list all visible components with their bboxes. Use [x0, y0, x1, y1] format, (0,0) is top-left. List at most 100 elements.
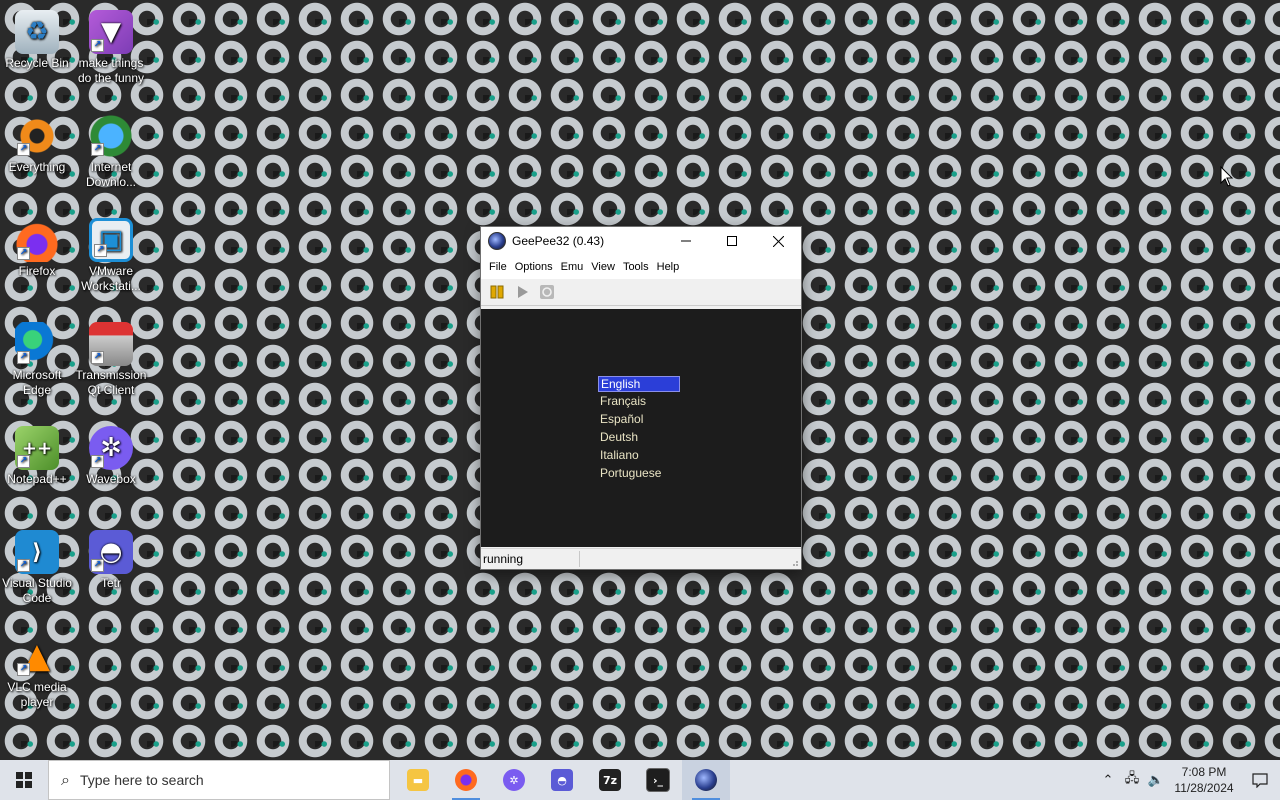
taskbar-search-box[interactable]: ⌕ Type here to search [48, 760, 390, 800]
menu-options[interactable]: Options [511, 261, 557, 273]
play-icon [518, 286, 528, 298]
geepee32-window[interactable]: GeePee32 (0.43) File Options Emu View To… [480, 226, 802, 570]
volume-muted-icon[interactable]: 🔈 [1144, 773, 1168, 788]
close-icon [772, 235, 784, 247]
shortcut-arrow-icon: ↗ [17, 143, 30, 156]
vmware-icon: ▣ ↗ [89, 218, 133, 262]
desktop-icon-transmission[interactable]: ↗ Transmission Qt Client [75, 322, 147, 398]
notification-center-button[interactable] [1240, 772, 1280, 788]
desktop-icon-label: Firefox [18, 264, 56, 278]
clock-time: 7:08 PM [1181, 765, 1227, 779]
desktop-icon-label: Wavebox [86, 472, 136, 486]
desktop-icon-everything[interactable]: ↗ Everything [1, 114, 73, 175]
status-bar: running [481, 548, 801, 569]
language-option-francais[interactable]: Français [598, 394, 648, 408]
language-option-portuguese[interactable]: Portuguese [598, 466, 663, 480]
geepee32-icon [695, 769, 717, 791]
system-tray: ⌃ 🖧 🔈 7:08 PM 11/28/2024 [1096, 760, 1280, 800]
wavebox-icon: ✲ [503, 769, 525, 791]
menu-help[interactable]: Help [653, 261, 684, 273]
taskbar-geepee32[interactable] [682, 760, 730, 800]
title-bar[interactable]: GeePee32 (0.43) [481, 227, 801, 255]
desktop-icon-internet-download[interactable]: ↗ Internet Downlo... [75, 114, 147, 190]
emulator-screen[interactable]: English Français Español Deutsh Italiano… [481, 309, 801, 547]
maximize-button[interactable] [709, 227, 755, 255]
reset-button[interactable] [537, 282, 557, 302]
desktop-icon-label: Recycle Bin [5, 56, 69, 70]
language-option-espanol[interactable]: Español [598, 412, 645, 426]
search-placeholder: Type here to search [79, 772, 204, 788]
minimize-icon [681, 240, 691, 242]
desktop-icon-edge[interactable]: ↗ Microsoft Edge [1, 322, 73, 398]
everything-search-icon: ↗ [15, 114, 59, 158]
file-explorer-icon: ▬ [407, 769, 429, 791]
network-icon[interactable]: 🖧 [1120, 769, 1144, 791]
language-option-english[interactable]: English [598, 376, 680, 392]
close-button[interactable] [755, 227, 801, 255]
shortcut-arrow-icon: ↗ [91, 351, 104, 364]
taskbar-file-explorer[interactable]: ▬ [394, 760, 442, 800]
desktop-icon-label: Tetr [100, 576, 121, 590]
play-button[interactable] [512, 282, 532, 302]
desktop-icon-vscode[interactable]: ⟩ ↗ Visual Studio Code [1, 530, 73, 606]
desktop-icon-tetr[interactable]: ◓ ↗ Tetr [75, 530, 147, 591]
desktop-icon-recycle-bin[interactable]: ♻ Recycle Bin [1, 10, 73, 71]
desktop-icon-notepadpp[interactable]: ++ ↗ Notepad++ [1, 426, 73, 487]
firefox-icon: ↗ [15, 218, 59, 262]
desktop-icon-wavebox[interactable]: ✲ ↗ Wavebox [75, 426, 147, 487]
clock-date: 11/28/2024 [1174, 781, 1234, 795]
notepad-plus-plus-icon: ++ ↗ [15, 426, 59, 470]
internet-download-manager-icon: ↗ [89, 114, 133, 158]
edge-icon: ↗ [15, 322, 59, 366]
taskbar-terminal[interactable]: ›_ [634, 760, 682, 800]
desktop-icon-label: Everything [8, 160, 66, 174]
menu-view[interactable]: View [587, 261, 619, 273]
wavebox-icon: ✲ ↗ [89, 426, 133, 470]
shortcut-arrow-icon: ↗ [91, 143, 104, 156]
resize-grip-icon[interactable] [789, 557, 799, 567]
taskbar-firefox[interactable] [442, 760, 490, 800]
language-option-deutsh[interactable]: Deutsh [598, 430, 640, 444]
language-option-italiano[interactable]: Italiano [598, 448, 641, 462]
start-button[interactable] [0, 760, 48, 800]
pause-button[interactable] [487, 282, 507, 302]
terminal-icon: ›_ [646, 768, 670, 792]
desktop-icon-vlc[interactable]: ▲ ↗ VLC media player [1, 634, 73, 710]
notification-icon [1252, 773, 1268, 788]
desktop-icon-label: VMware Workstati... [81, 264, 141, 293]
taskbar: ⌕ Type here to search ▬ ✲ ◓ 7z ›_ ⌃ 🖧 🔈 [0, 760, 1280, 800]
clock[interactable]: 7:08 PM 11/28/2024 [1168, 764, 1240, 796]
desktop-icon-firefox[interactable]: ↗ Firefox [1, 218, 73, 279]
maximize-icon [727, 236, 737, 246]
shortcut-arrow-icon: ↗ [17, 455, 30, 468]
desktop-icon-label: Microsoft Edge [12, 368, 62, 397]
shortcut-arrow-icon: ↗ [17, 559, 30, 572]
desktop-icon-make-things[interactable]: ▼ ↗ make things do the funny [75, 10, 147, 86]
minimize-button[interactable] [663, 227, 709, 255]
vscode-icon: ⟩ ↗ [15, 530, 59, 574]
recycle-bin-icon: ♻ [15, 10, 59, 54]
menu-tools[interactable]: Tools [619, 261, 653, 273]
tetr-icon: ◓ [551, 769, 573, 791]
window-title: GeePee32 (0.43) [512, 234, 605, 248]
toolbar [481, 279, 801, 306]
desktop-icon-label: Notepad++ [7, 472, 67, 486]
mouse-cursor-icon [1220, 166, 1234, 187]
menu-file[interactable]: File [485, 261, 511, 273]
taskbar-apps: ▬ ✲ ◓ 7z ›_ [394, 760, 730, 800]
shortcut-icon: ▼ ↗ [89, 10, 133, 54]
shortcut-arrow-icon: ↗ [94, 244, 107, 257]
search-icon: ⌕ [61, 770, 70, 789]
chevron-up-icon[interactable]: ⌃ [1096, 773, 1120, 788]
taskbar-tetr[interactable]: ◓ [538, 760, 586, 800]
shortcut-arrow-icon: ↗ [17, 663, 30, 676]
taskbar-wavebox[interactable]: ✲ [490, 760, 538, 800]
vlc-icon: ▲ ↗ [15, 634, 59, 678]
7zip-icon: 7z [599, 769, 621, 791]
shortcut-arrow-icon: ↗ [91, 39, 104, 52]
shortcut-arrow-icon: ↗ [91, 559, 104, 572]
menu-emu[interactable]: Emu [557, 261, 588, 273]
desktop-icon-vmware[interactable]: ▣ ↗ VMware Workstati... [75, 218, 147, 294]
taskbar-7zip[interactable]: 7z [586, 760, 634, 800]
pause-icon [490, 285, 504, 299]
